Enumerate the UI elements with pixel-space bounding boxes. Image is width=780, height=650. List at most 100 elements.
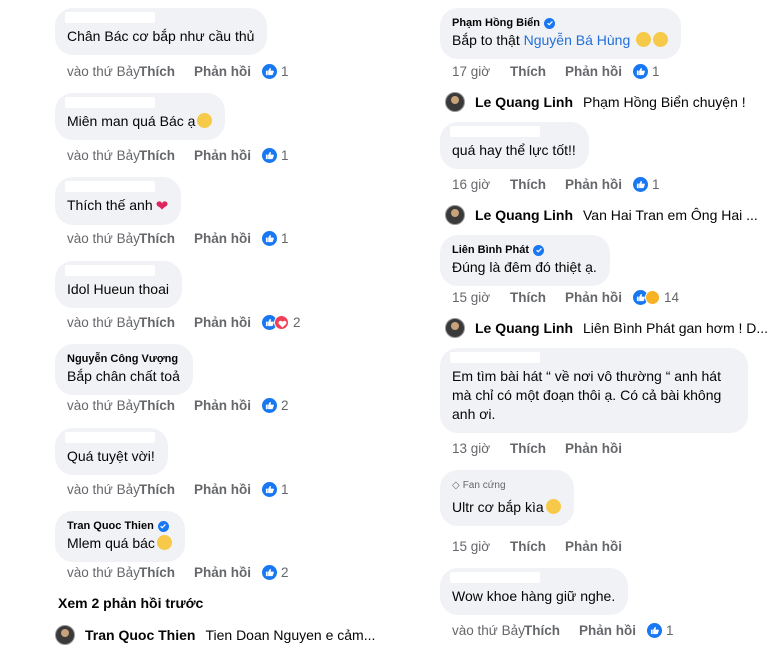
view-previous-replies-link[interactable]: Xem 2 phản hồi trước xyxy=(58,595,203,611)
timestamp[interactable]: vào thứ Bảy xyxy=(67,315,140,330)
like-button[interactable]: Thích xyxy=(139,482,194,497)
comment-text: Quá tuyệt vời! xyxy=(67,448,155,464)
reply-preview[interactable]: Le Quang Linh Van Hai Tran em Ông Hai ..… xyxy=(445,205,758,225)
reply-button[interactable]: Phản hồi xyxy=(194,565,262,580)
reply-button[interactable]: Phản hồi xyxy=(579,623,647,638)
timestamp[interactable]: vào thứ Bảy xyxy=(67,565,140,580)
commenter-name[interactable]: Nguyễn Công Vượng xyxy=(67,352,180,366)
reply-author[interactable]: Le Quang Linh xyxy=(475,320,573,336)
reaction-summary[interactable]: 2 xyxy=(262,398,289,413)
reaction-summary[interactable]: 1 xyxy=(262,482,289,497)
reaction-summary[interactable]: 1 xyxy=(262,231,289,246)
fan-badge-label: Fan cứng xyxy=(462,480,506,491)
redacted-name xyxy=(65,97,155,108)
timestamp[interactable]: vào thứ Bảy xyxy=(67,231,140,246)
like-button[interactable]: Thích xyxy=(139,398,194,413)
reply-preview[interactable]: Le Quang Linh Liên Bình Phát gan hơm ! D… xyxy=(445,318,768,338)
reaction-summary[interactable]: 2 xyxy=(262,315,301,330)
reaction-summary[interactable]: 14 xyxy=(633,290,679,305)
like-button[interactable]: Thích xyxy=(510,290,565,305)
timestamp[interactable]: vào thứ Bảy xyxy=(67,64,140,79)
reply-button[interactable]: Phản hồi xyxy=(565,441,633,456)
reply-button[interactable]: Phản hồi xyxy=(565,290,633,305)
comment-actions: vào thứ Bảy Thích Phản hồi 1 xyxy=(67,231,289,246)
diamond-icon: ◇ xyxy=(452,480,460,491)
commenter-name-row: Liên Bình Phát xyxy=(452,243,597,257)
commenter-name[interactable]: Tran Quoc Thien xyxy=(67,519,154,533)
reply-button[interactable]: Phản hồi xyxy=(194,315,262,330)
comment-text: Thích thế anh xyxy=(67,197,153,213)
avatar[interactable] xyxy=(445,92,465,112)
fan-badge: ◇ Fan cứng xyxy=(452,476,561,495)
reaction-summary[interactable]: 1 xyxy=(262,64,289,79)
reply-button[interactable]: Phản hồi xyxy=(194,398,262,413)
comment-actions: vào thứ Bảy Thích Phản hồi 1 xyxy=(67,64,289,79)
reaction-count: 2 xyxy=(281,398,289,413)
like-button[interactable]: Thích xyxy=(139,64,194,79)
reply-button[interactable]: Phản hồi xyxy=(194,64,262,79)
reaction-summary[interactable]: 1 xyxy=(647,623,674,638)
comment-text: Ultr cơ bắp kìa xyxy=(452,499,544,515)
reaction-summary[interactable]: 1 xyxy=(633,64,660,79)
comment-actions: vào thứ Bảy Thích Phản hồi 1 xyxy=(452,623,674,638)
redacted-name xyxy=(450,352,540,363)
reply-text: Phạm Hồng Biển chuyện ! xyxy=(583,94,746,110)
like-button[interactable]: Thích xyxy=(139,315,194,330)
mention-link[interactable]: Nguyễn Bá Hùng xyxy=(524,32,631,48)
reply-text: Tien Doan Nguyen e cảm... xyxy=(205,627,376,643)
reply-button[interactable]: Phản hồi xyxy=(194,482,262,497)
timestamp[interactable]: 16 giờ xyxy=(452,177,510,192)
like-button[interactable]: Thích xyxy=(139,231,194,246)
reaction-summary[interactable]: 2 xyxy=(262,565,289,580)
commenter-name[interactable]: Liên Bình Phát xyxy=(452,243,529,257)
love-reaction-icon xyxy=(274,315,289,330)
heart-emoji-icon: ❤ xyxy=(155,198,169,215)
like-button[interactable]: Thích xyxy=(510,177,565,192)
timestamp[interactable]: vào thứ Bảy xyxy=(67,482,140,497)
timestamp[interactable]: vào thứ Bảy xyxy=(67,398,140,413)
commenter-name[interactable]: Phạm Hồng Biển xyxy=(452,16,540,30)
reply-preview[interactable]: Tran Quoc Thien Tien Doan Nguyen e cảm..… xyxy=(55,625,375,645)
like-button[interactable]: Thích xyxy=(139,565,194,580)
like-button[interactable]: Thích xyxy=(524,623,579,638)
reaction-summary[interactable]: 1 xyxy=(262,148,289,163)
grin-emoji-icon xyxy=(636,32,652,47)
timestamp[interactable]: 15 giờ xyxy=(452,290,510,305)
like-reaction-icon xyxy=(262,398,277,413)
reply-button[interactable]: Phản hồi xyxy=(565,539,633,554)
comment-bubble: ◇ Fan cứng Ultr cơ bắp kìa xyxy=(440,470,574,526)
reply-preview[interactable]: Le Quang Linh Phạm Hồng Biển chuyện ! xyxy=(445,92,746,112)
reaction-count: 1 xyxy=(652,177,660,192)
timestamp[interactable]: vào thứ Bảy xyxy=(67,148,140,163)
reply-author[interactable]: Tran Quoc Thien xyxy=(85,627,195,643)
comment-actions: vào thứ Bảy Thích Phản hồi 2 xyxy=(67,398,289,413)
comment-text: Đúng là đêm đó thiệt ạ. xyxy=(452,259,597,275)
like-button[interactable]: Thích xyxy=(510,539,565,554)
like-button[interactable]: Thích xyxy=(139,148,194,163)
comment-bubble: Idol Hueun thoai xyxy=(55,261,182,308)
reaction-count: 2 xyxy=(281,565,289,580)
avatar[interactable] xyxy=(55,625,75,645)
comment-text: Bắp to thật xyxy=(452,32,520,48)
smiling-hearts-emoji-icon xyxy=(545,499,561,514)
reply-button[interactable]: Phản hồi xyxy=(565,64,633,79)
avatar[interactable] xyxy=(445,318,465,338)
like-button[interactable]: Thích xyxy=(510,64,565,79)
reply-button[interactable]: Phản hồi xyxy=(565,177,633,192)
reaction-summary[interactable]: 1 xyxy=(633,177,660,192)
reply-author[interactable]: Le Quang Linh xyxy=(475,94,573,110)
timestamp[interactable]: vào thứ Bảy xyxy=(452,623,525,638)
timestamp[interactable]: 13 giờ xyxy=(452,441,510,456)
redacted-name xyxy=(65,181,155,192)
reply-button[interactable]: Phản hồi xyxy=(194,148,262,163)
timestamp[interactable]: 15 giờ xyxy=(452,539,510,554)
reply-text: Van Hai Tran em Ông Hai ... xyxy=(583,207,758,223)
reply-text: Liên Bình Phát gan hơm ! D... xyxy=(583,320,769,336)
reply-author[interactable]: Le Quang Linh xyxy=(475,207,573,223)
like-button[interactable]: Thích xyxy=(510,441,565,456)
reply-button[interactable]: Phản hồi xyxy=(194,231,262,246)
comment-actions: 17 giờ Thích Phản hồi 1 xyxy=(452,64,660,79)
grin-emoji-icon xyxy=(156,535,172,550)
avatar[interactable] xyxy=(445,205,465,225)
timestamp[interactable]: 17 giờ xyxy=(452,64,510,79)
